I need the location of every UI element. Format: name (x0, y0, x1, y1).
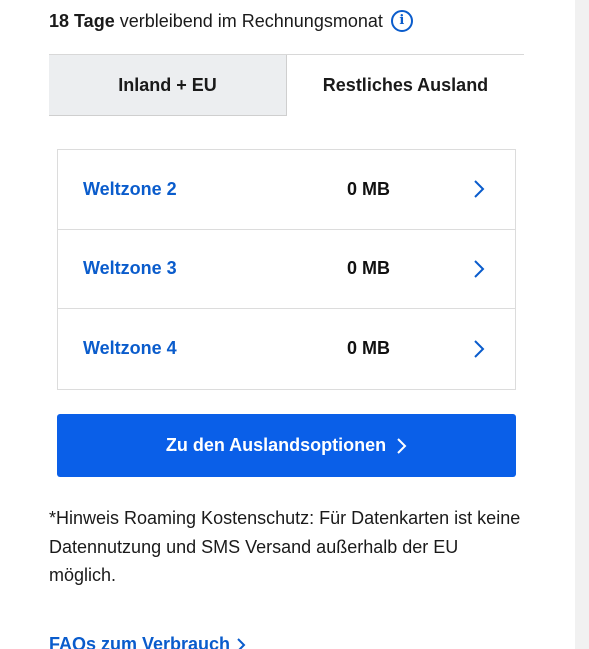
roaming-cost-protection-note: *Hinweis Roaming Kostenschutz: Für Daten… (49, 508, 521, 585)
zone-list: Weltzone 2 0 MB Weltzone 3 0 MB Weltzone… (57, 149, 516, 390)
chevron-right-icon (474, 180, 485, 198)
roaming-options-button[interactable]: Zu den Auslandsoptionen (57, 414, 516, 477)
zone-row-weltzone-2[interactable]: Weltzone 2 0 MB (58, 150, 515, 230)
scrollbar-track[interactable] (575, 0, 589, 649)
chevron-right-icon (397, 437, 407, 454)
zone-name: Weltzone 3 (83, 258, 177, 279)
roaming-options-button-label: Zu den Auslandsoptionen (165, 435, 387, 455)
zone-row-weltzone-4[interactable]: Weltzone 4 0 MB (58, 309, 515, 389)
zone-usage: 0 MB (347, 178, 391, 199)
zone-name: Weltzone 2 (83, 178, 177, 199)
remaining-days-text: verbleibend im Rechnungsmonat (119, 11, 383, 31)
page: 18 Tage verbleibend im Rechnungsmonat i … (0, 0, 589, 649)
remaining-days-count: 18 Tage (49, 11, 115, 31)
info-icon[interactable]: i (390, 10, 413, 32)
zone-row-weltzone-3[interactable]: Weltzone 3 0 MB (58, 230, 515, 309)
chevron-right-icon (474, 340, 485, 358)
remaining-days-line: 18 Tage verbleibend im Rechnungsmonat i (49, 8, 413, 34)
tab-label: Inland + EU (118, 74, 217, 95)
zone-usage: 0 MB (347, 258, 391, 279)
zone-name: Weltzone 4 (83, 338, 177, 359)
faq-usage-link[interactable]: FAQs zum Verbrauch (49, 634, 246, 649)
region-tabs: Inland + EU Restliches Ausland (49, 54, 524, 116)
tab-restliches-ausland[interactable]: Restliches Ausland (287, 55, 524, 116)
tab-inland-eu[interactable]: Inland + EU (49, 55, 287, 116)
chevron-right-icon (237, 637, 246, 649)
zone-usage: 0 MB (347, 338, 391, 359)
faq-usage-link-label: FAQs zum Verbrauch (49, 634, 231, 649)
chevron-right-icon (474, 260, 485, 278)
tab-label: Restliches Ausland (322, 75, 489, 95)
